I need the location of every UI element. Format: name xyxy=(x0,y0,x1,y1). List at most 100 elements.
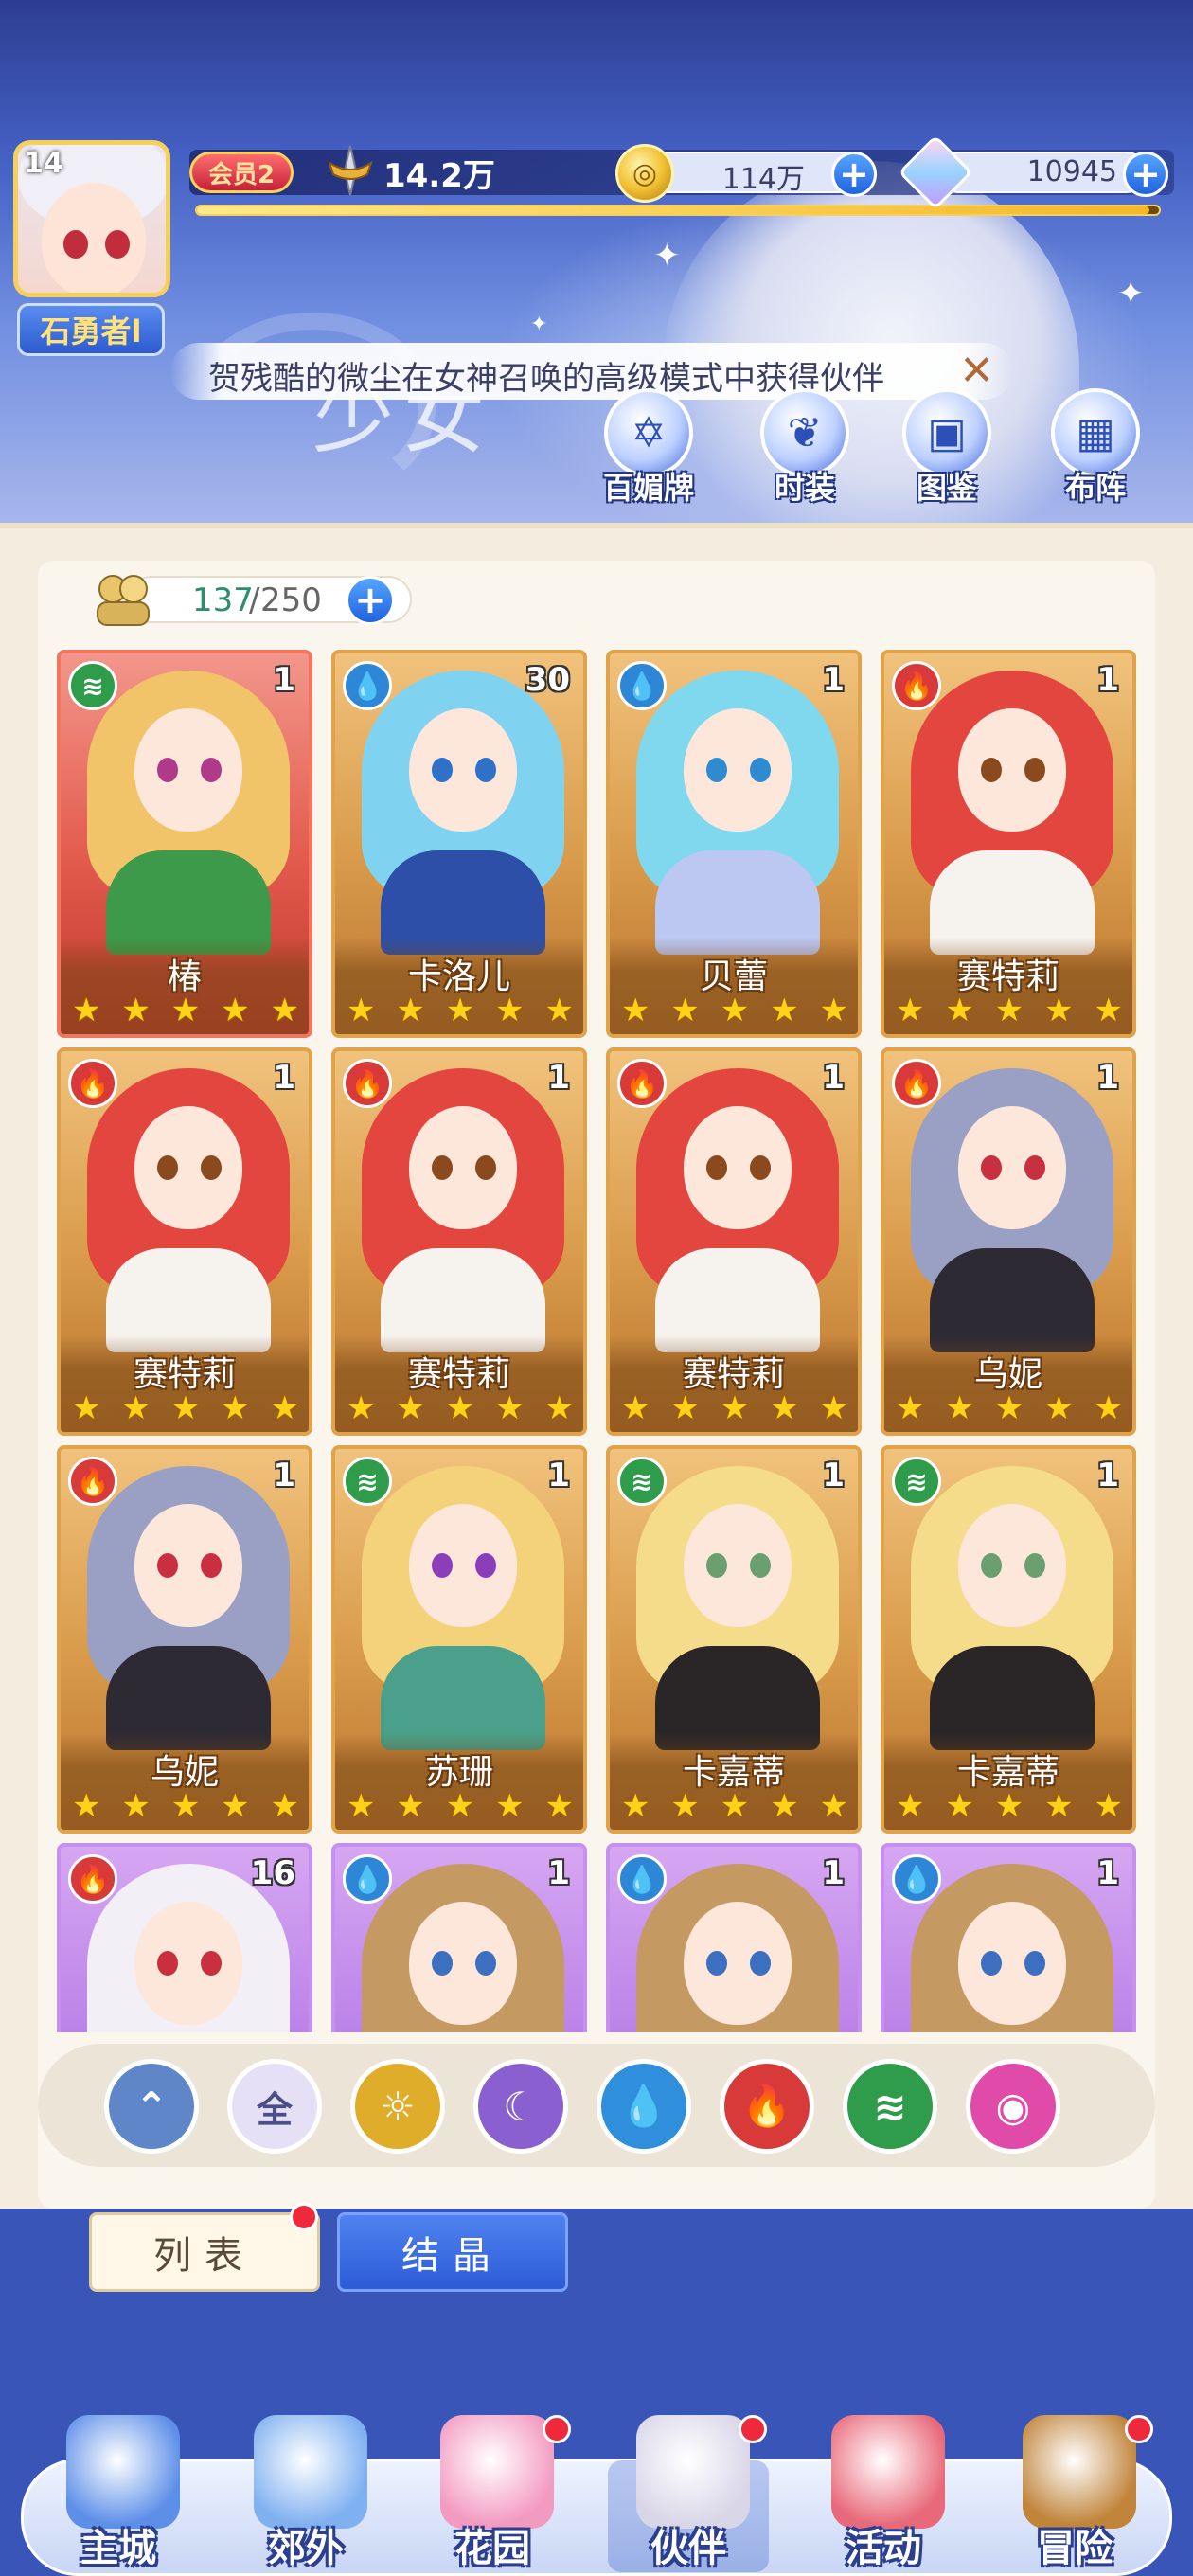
nav-label: 冒险 xyxy=(1037,2527,1113,2570)
star-icon: ★ xyxy=(720,1787,750,1825)
filter-all-button[interactable]: 全 xyxy=(227,2059,322,2154)
add-gold-button[interactable]: + xyxy=(831,152,877,197)
filter-sun-button[interactable]: ☼ xyxy=(350,2059,445,2154)
star-icon: ★ xyxy=(121,992,151,1029)
partner-card[interactable]: 🔥 1 赛特莉 ★ ★ ★ ★ ★ xyxy=(606,1047,862,1436)
star-icon: ★ xyxy=(621,1389,650,1427)
star-icon: ★ xyxy=(770,1787,799,1825)
nav-main-city[interactable]: 主城 xyxy=(28,2406,208,2576)
star-icon: ★ xyxy=(121,1787,151,1825)
moon-icon: ☾ xyxy=(503,2083,539,2130)
star-icon: ★ xyxy=(896,992,925,1029)
partner-card[interactable]: 🔥 1 乌妮 ★ ★ ★ ★ ★ xyxy=(881,1047,1136,1436)
partner-level: 1 xyxy=(1096,1457,1119,1494)
quick-btn-formation[interactable]: ▦ 布阵 xyxy=(1034,388,1157,511)
star-icon: ★ xyxy=(1044,992,1074,1029)
star-icon: ★ xyxy=(720,992,750,1029)
fire-element-icon: 🔥 xyxy=(68,1059,117,1108)
quick-btn-book[interactable]: ▣ 图鉴 xyxy=(885,388,1008,511)
water-element-icon: 💧 xyxy=(343,1854,392,1904)
partner-portrait xyxy=(901,671,1123,955)
add-gem-button[interactable]: + xyxy=(1123,152,1168,197)
filter-fire-button[interactable]: 🔥 xyxy=(720,2059,814,2154)
star-icon: ★ xyxy=(544,1787,574,1825)
partner-portrait xyxy=(901,1068,1123,1352)
partner-card[interactable]: 🔥16★★★★★ xyxy=(57,1843,312,2032)
player-level: 14 xyxy=(24,147,63,180)
star-icon: ★ xyxy=(121,1389,151,1427)
partner-card[interactable]: 🔥 1 乌妮 ★ ★ ★ ★ ★ xyxy=(57,1445,312,1834)
filter-water-button[interactable]: 💧 xyxy=(596,2059,691,2154)
star-icon: ★ xyxy=(170,1389,201,1427)
water-element-icon: 💧 xyxy=(617,661,667,710)
partner-card[interactable]: 💧1★★★★★ xyxy=(881,1843,1136,2032)
partner-level: 1 xyxy=(1096,1059,1119,1097)
events-icon xyxy=(831,2415,945,2529)
star-icon: ★ xyxy=(720,1389,750,1427)
partner-portrait xyxy=(627,1068,848,1352)
nav-outskirts[interactable]: 郊外 xyxy=(216,2406,396,2576)
fire-element-icon: 🔥 xyxy=(617,1059,667,1108)
power-sword-icon xyxy=(328,145,373,196)
partner-card[interactable]: ≋ 1 卡嘉蒂 ★ ★ ★ ★ ★ xyxy=(606,1445,862,1834)
gold-value: 114万 xyxy=(721,163,805,196)
filter-charm-button[interactable]: ◉ xyxy=(966,2059,1060,2154)
quick-btn-outfit[interactable]: ❦ 时装 xyxy=(743,388,866,511)
player-name[interactable]: 石勇者l xyxy=(17,303,165,356)
partner-level: 1 xyxy=(547,1059,570,1097)
partner-level: 1 xyxy=(822,1457,845,1494)
star-rating: ★ ★ ★ ★ ★ xyxy=(72,1790,299,1822)
partner-level: 1 xyxy=(273,1457,295,1494)
partner-card[interactable]: 💧1★★★★★ xyxy=(606,1843,862,2032)
light-wing-icon: ⌃ xyxy=(134,2083,169,2130)
partner-card[interactable]: ≋ 1 苏珊 ★ ★ ★ ★ ★ xyxy=(331,1445,587,1834)
nav-adventure[interactable]: 冒险 xyxy=(985,2406,1165,2576)
star-icon: ★ xyxy=(445,1787,475,1825)
partner-portrait xyxy=(78,1068,299,1352)
partner-level: 16 xyxy=(250,1854,295,1892)
partner-card[interactable]: ≋ 1 椿 ★ ★ ★ ★ ★ xyxy=(57,650,312,1038)
nav-garden[interactable]: 花园 xyxy=(402,2406,582,2576)
star-rating: ★ ★ ★ ★ ★ xyxy=(72,1392,299,1424)
player-avatar[interactable]: 14 xyxy=(13,140,170,297)
partner-level: 30 xyxy=(525,661,570,699)
charm-icon: ◉ xyxy=(995,2083,1031,2130)
star-icon: ★ xyxy=(945,992,974,1029)
star-icon: ★ xyxy=(221,1389,250,1427)
roster-max: 250 xyxy=(260,581,322,619)
expand-roster-button[interactable]: + xyxy=(346,576,395,625)
partner-card[interactable]: 💧1★★★★★ xyxy=(331,1843,587,2032)
star-icon: ★ xyxy=(170,1787,201,1825)
vip-badge[interactable]: 会员2 xyxy=(189,152,294,193)
tab-crystal[interactable]: 结晶 xyxy=(337,2212,568,2292)
filter-moon-button[interactable]: ☾ xyxy=(473,2059,568,2154)
star-icon: ★ xyxy=(347,1787,376,1825)
gem-resource: 10945 + xyxy=(898,134,1174,210)
nav-label: 伙伴 xyxy=(650,2527,726,2570)
quick-btn-emblem[interactable]: ✡ 百媚牌 xyxy=(587,388,710,511)
star-icon: ★ xyxy=(270,1787,299,1825)
partner-card[interactable]: 💧 30 卡洛儿 ★ ★ ★ ★ ★ xyxy=(331,650,587,1038)
star-icon: ★ xyxy=(1094,992,1123,1029)
partner-card[interactable]: 🔥 1 赛特莉 ★ ★ ★ ★ ★ xyxy=(57,1047,312,1436)
tab-list[interactable]: 列表 xyxy=(89,2212,320,2292)
filter-light-button[interactable]: ⌃ xyxy=(104,2059,199,2154)
filter-wind-button[interactable]: ≋ xyxy=(843,2059,937,2154)
partner-card[interactable]: 🔥 1 赛特莉 ★ ★ ★ ★ ★ xyxy=(881,650,1136,1038)
partner-level: 1 xyxy=(822,661,845,699)
water-drop-icon: 💧 xyxy=(618,2083,669,2129)
star-icon: ★ xyxy=(495,1787,525,1825)
nav-partners[interactable]: 伙伴 xyxy=(598,2406,778,2576)
wind-icon: ≋ xyxy=(873,2083,907,2130)
partner-portrait xyxy=(352,671,574,955)
star-icon: ★ xyxy=(994,992,1024,1029)
star-icon: ★ xyxy=(72,1389,101,1427)
nav-events[interactable]: 活动 xyxy=(793,2406,973,2576)
partner-level: 1 xyxy=(1096,661,1119,699)
partner-level: 1 xyxy=(547,1854,570,1892)
partner-card[interactable]: 🔥 1 赛特莉 ★ ★ ★ ★ ★ xyxy=(331,1047,587,1436)
bottom-navigation: 主城 郊外 花园 伙伴 活动 冒险 xyxy=(0,2406,1193,2576)
partner-card[interactable]: 💧 1 贝蕾 ★ ★ ★ ★ ★ xyxy=(606,650,862,1038)
star-icon: ★ xyxy=(72,1787,101,1825)
partner-card[interactable]: ≋ 1 卡嘉蒂 ★ ★ ★ ★ ★ xyxy=(881,1445,1136,1834)
